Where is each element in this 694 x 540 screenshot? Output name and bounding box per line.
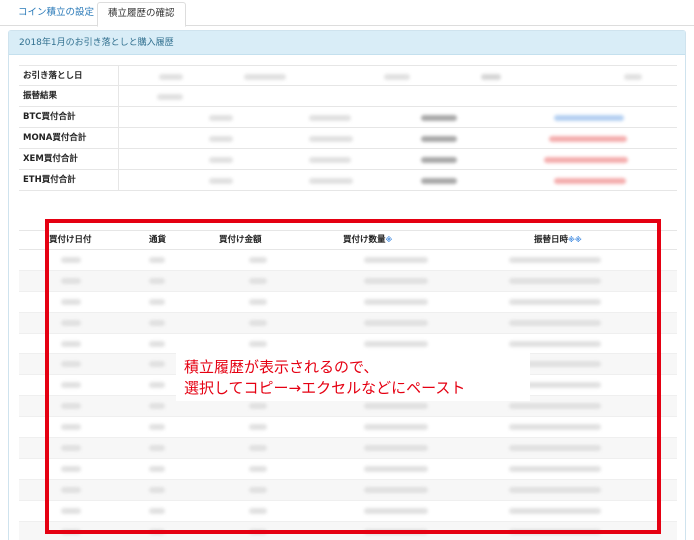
annotation-line-1: 積立履歴が表示されるので、 [184, 358, 379, 376]
summary-label: 振替結果 [23, 91, 58, 101]
summary-row-btc-total: BTC買付合計 [19, 107, 677, 128]
tab-bar: コイン積立の設定 積立履歴の確認 [0, 0, 694, 27]
summary-row-mona-total: MONA買付合計 [19, 128, 677, 149]
summary-row-eth-total: ETH買付合計 [19, 170, 677, 191]
summary-label: BTC買付合計 [23, 112, 76, 122]
summary-label: お引き落とし日 [23, 71, 83, 81]
annotation-note: 積立履歴が表示されるので、 選択してコピー→エクセルなどにペースト [176, 351, 530, 401]
summary-row-xem-total: XEM買付合計 [19, 149, 677, 170]
summary-row-transfer-result: 振替結果 [19, 86, 677, 107]
annotation-line-2: 選択してコピー→エクセルなどにペースト [184, 379, 466, 397]
summary-table: お引き落とし日 振替結果 BTC買付合計 MONA買付合計 XEM買付合計 ET… [19, 65, 677, 191]
tab-history[interactable]: 積立履歴の確認 [97, 2, 186, 27]
tab-coin-settings[interactable]: コイン積立の設定 [8, 2, 104, 26]
summary-label: XEM買付合計 [23, 154, 78, 164]
panel-title: 2018年1月のお引き落としと購入履歴 [9, 31, 685, 55]
summary-label: ETH買付合計 [23, 175, 76, 185]
summary-label: MONA買付合計 [23, 133, 87, 143]
summary-row-withdraw-date: お引き落とし日 [19, 65, 677, 87]
